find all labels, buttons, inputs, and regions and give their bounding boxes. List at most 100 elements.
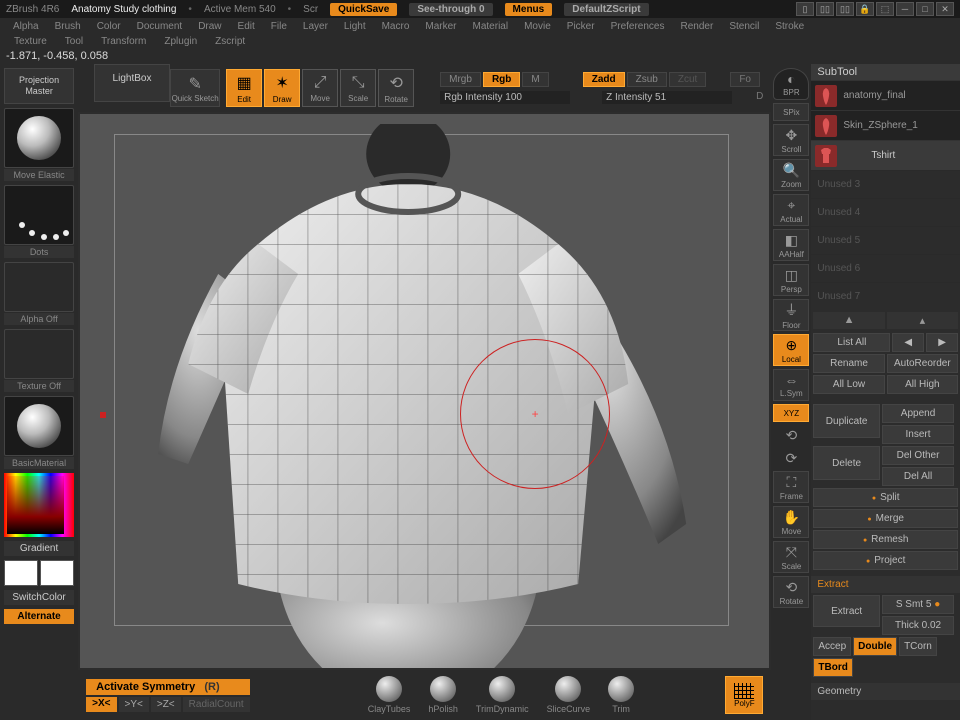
del-all-button[interactable]: Del All xyxy=(882,467,954,486)
lsym-button[interactable]: ⇔L.Sym xyxy=(773,369,809,401)
menu-file[interactable]: File xyxy=(264,21,294,32)
subtool-item-anatomy[interactable]: anatomy_final xyxy=(811,80,960,110)
split-section[interactable]: Split xyxy=(813,488,958,507)
extract-section-header[interactable]: Extract xyxy=(811,576,960,593)
geometry-section[interactable]: Geometry xyxy=(811,683,960,700)
radialcount[interactable]: RadialCount xyxy=(183,697,250,712)
color-swatches[interactable] xyxy=(4,560,74,586)
sym-z-button[interactable]: >Z< xyxy=(151,697,181,712)
thick-slider[interactable]: Thick 0.02 xyxy=(882,616,954,635)
rgb-button[interactable]: Rgb xyxy=(483,72,520,87)
menu-transform[interactable]: Transform xyxy=(93,36,154,47)
extract-button[interactable]: Extract xyxy=(813,595,880,627)
projection-master-button[interactable]: Projection Master xyxy=(4,68,74,104)
minimize-button[interactable]: ─ xyxy=(896,2,914,16)
brush-claytubes[interactable]: ClayTubes xyxy=(368,676,411,714)
m-button[interactable]: M xyxy=(522,72,548,87)
layout3-button[interactable]: ▯▯ xyxy=(836,2,854,16)
lightbox-button[interactable]: LightBox xyxy=(94,64,170,102)
menu-brush[interactable]: Brush xyxy=(48,21,88,32)
zadd-button[interactable]: Zadd xyxy=(583,72,625,87)
move-top-button[interactable]: ▴ xyxy=(887,312,958,329)
switchcolor-button[interactable]: SwitchColor xyxy=(4,590,74,605)
rgb-intensity-slider[interactable]: Rgb Intensity 100 xyxy=(440,91,570,104)
subtool-unused[interactable]: Unused 3 xyxy=(811,170,960,198)
bpr-button[interactable]: ◐BPR xyxy=(773,68,809,100)
merge-section[interactable]: Merge xyxy=(813,509,958,528)
menus-button[interactable]: Menus xyxy=(505,3,553,16)
layout4-button[interactable]: ⬚ xyxy=(876,2,894,16)
zsub-button[interactable]: Zsub xyxy=(627,72,667,87)
stroke-thumb[interactable] xyxy=(4,185,74,245)
subtool-item-skin[interactable]: Skin_ZSphere_1 xyxy=(811,110,960,140)
insert-button[interactable]: Insert xyxy=(882,425,954,444)
rotate-button[interactable]: ⟲Rotate xyxy=(378,69,414,107)
menu-draw[interactable]: Draw xyxy=(191,21,228,32)
append-button[interactable]: Append xyxy=(882,404,954,423)
menu-zscript[interactable]: Zscript xyxy=(207,36,253,47)
color-picker[interactable] xyxy=(4,473,74,537)
duplicate-button[interactable]: Duplicate xyxy=(813,404,880,438)
move-up-button[interactable]: ▲ xyxy=(813,312,884,329)
menu-edit[interactable]: Edit xyxy=(231,21,262,32)
aahalf-button[interactable]: ◧AAHalf xyxy=(773,229,809,261)
menu-marker[interactable]: Marker xyxy=(418,21,463,32)
sym-y-button[interactable]: >Y< xyxy=(119,697,149,712)
menu-stroke[interactable]: Stroke xyxy=(768,21,811,32)
remesh-section[interactable]: Remesh xyxy=(813,530,958,549)
zscript-label[interactable]: DefaultZScript xyxy=(564,3,648,16)
local-button[interactable]: ⊕Local xyxy=(773,334,809,366)
scale-button[interactable]: ⤡Scale xyxy=(340,69,376,107)
menu-preferences[interactable]: Preferences xyxy=(604,21,672,32)
close-button[interactable]: ✕ xyxy=(936,2,954,16)
subtool-item-tshirt[interactable]: Tshirt xyxy=(811,140,960,170)
mrgb-button[interactable]: Mrgb xyxy=(440,72,481,87)
sym-x-button[interactable]: >X< xyxy=(86,697,116,712)
menu-texture[interactable]: Texture xyxy=(6,36,55,47)
brush-slicecurve[interactable]: SliceCurve xyxy=(547,676,591,714)
frame-button[interactable]: ⛶Frame xyxy=(773,471,809,503)
menu-layer[interactable]: Layer xyxy=(296,21,335,32)
nav-scale-button[interactable]: ⤧Scale xyxy=(773,541,809,573)
floor-button[interactable]: ⏚Floor xyxy=(773,299,809,331)
menu-document[interactable]: Document xyxy=(130,21,190,32)
lock-button[interactable]: 🔒 xyxy=(856,2,874,16)
all-low-button[interactable]: All Low xyxy=(813,375,884,394)
move-button[interactable]: ⤢Move xyxy=(302,69,338,107)
subtool-unused[interactable]: Unused 4 xyxy=(811,198,960,226)
material-thumb[interactable] xyxy=(4,396,74,456)
menu-material[interactable]: Material xyxy=(466,21,516,32)
menu-light[interactable]: Light xyxy=(337,21,373,32)
menu-movie[interactable]: Movie xyxy=(517,21,558,32)
s-smt-slider[interactable]: S Smt 5 ● xyxy=(882,595,954,614)
xyz-button[interactable]: XYZ xyxy=(773,404,809,422)
brush-thumb[interactable] xyxy=(4,108,74,168)
project-section[interactable]: Project xyxy=(813,551,958,570)
texture-thumb[interactable] xyxy=(4,329,74,379)
menu-color[interactable]: Color xyxy=(90,21,128,32)
del-other-button[interactable]: Del Other xyxy=(882,446,954,465)
menu-stencil[interactable]: Stencil xyxy=(722,21,766,32)
all-high-button[interactable]: All High xyxy=(887,375,958,394)
gradient-label[interactable]: Gradient xyxy=(4,541,74,556)
accept-button[interactable]: Accep xyxy=(813,637,851,656)
zcut-button[interactable]: Zcut xyxy=(669,72,706,87)
nav-rotate-button[interactable]: ⟲Rotate xyxy=(773,576,809,608)
polyframe-button[interactable]: PolyF xyxy=(725,676,763,714)
persp-button[interactable]: ◫Persp xyxy=(773,264,809,296)
menu-render[interactable]: Render xyxy=(674,21,721,32)
double-button[interactable]: Double xyxy=(853,637,897,656)
delete-button[interactable]: Delete xyxy=(813,446,880,480)
menu-zplugin[interactable]: Zplugin xyxy=(156,36,205,47)
autoreorder-button[interactable]: AutoReorder xyxy=(887,354,958,373)
subtool-unused[interactable]: Unused 6 xyxy=(811,254,960,282)
alternate-button[interactable]: Alternate xyxy=(4,609,74,624)
subtool-unused[interactable]: Unused 7 xyxy=(811,282,960,310)
z-intensity-slider[interactable]: Z Intensity 51 xyxy=(602,91,732,104)
subtool-unused[interactable]: Unused 5 xyxy=(811,226,960,254)
activate-symmetry-button[interactable]: Activate Symmetry (R) xyxy=(86,679,250,695)
brush-trimdynamic[interactable]: TrimDynamic xyxy=(476,676,529,714)
menu-tool[interactable]: Tool xyxy=(57,36,91,47)
brush-hpolish[interactable]: hPolish xyxy=(428,676,458,714)
viewport[interactable] xyxy=(80,114,769,668)
